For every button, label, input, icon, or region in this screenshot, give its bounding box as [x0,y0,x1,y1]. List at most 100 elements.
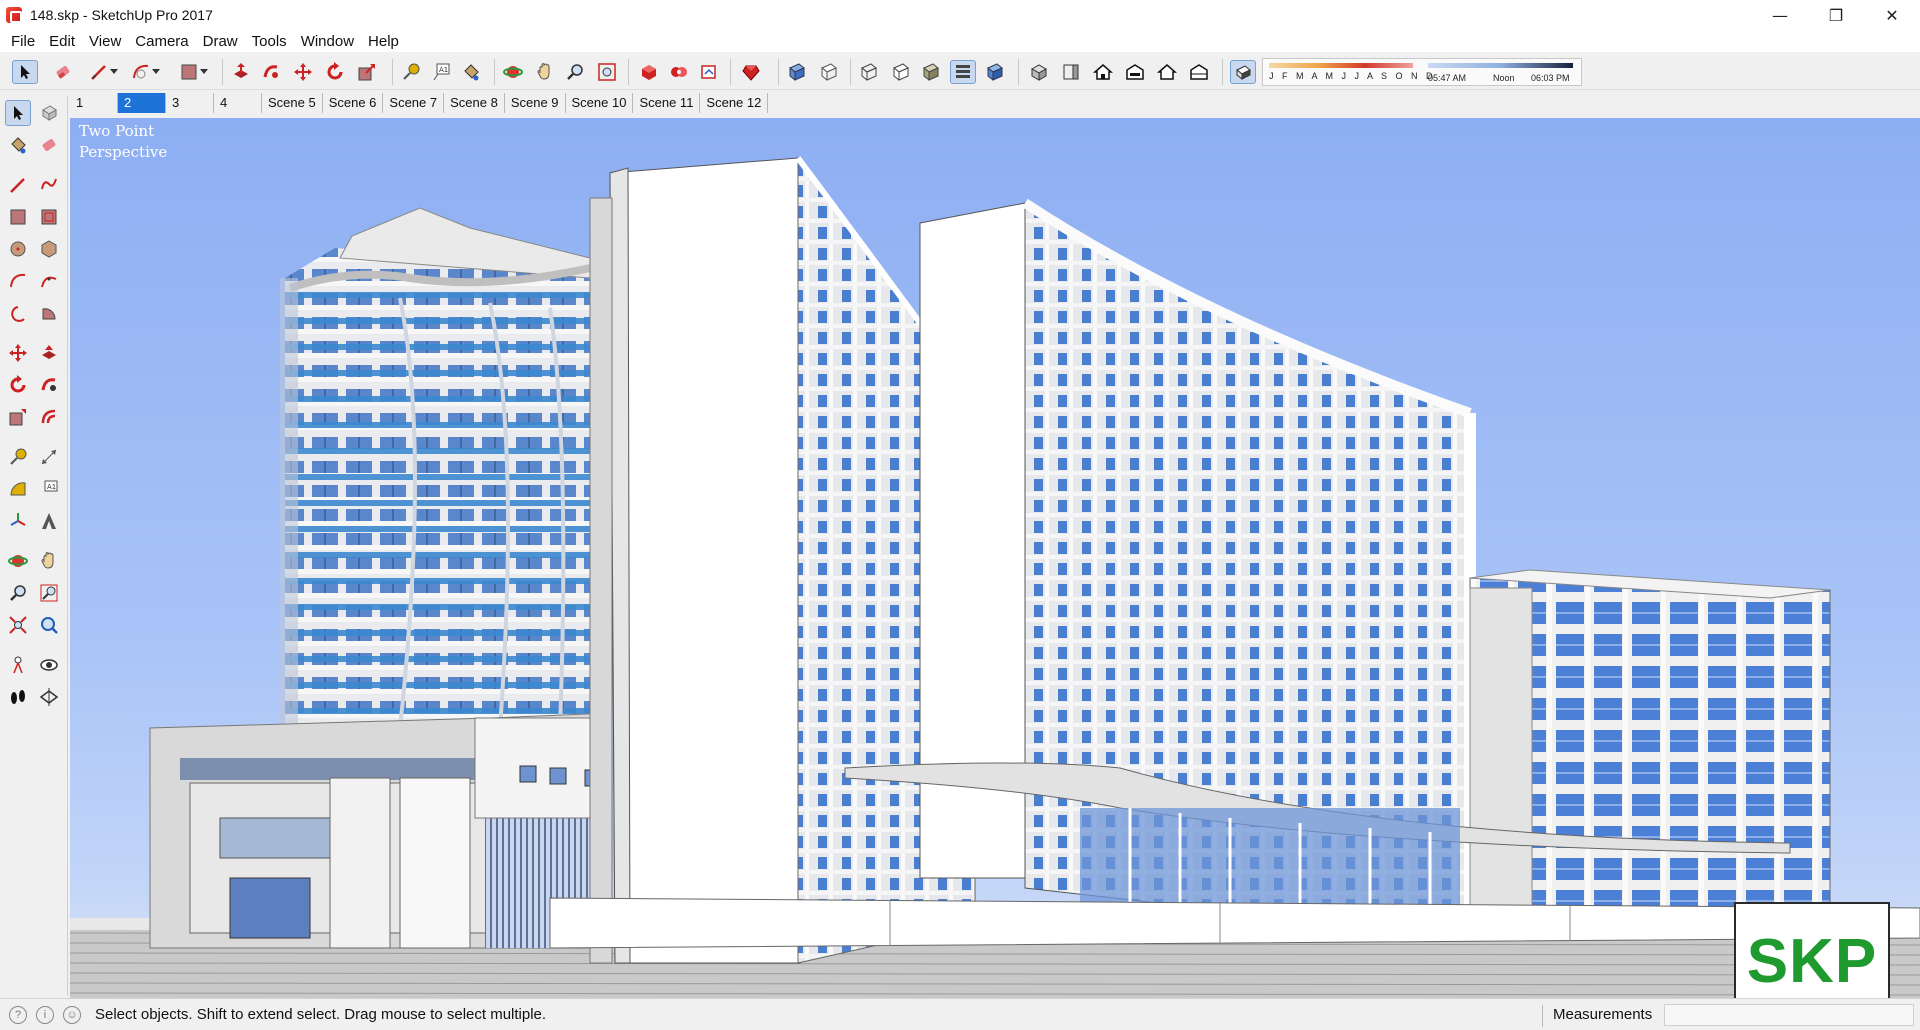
zoom-extents-icon[interactable] [594,60,620,84]
text-icon[interactable]: A1 [428,60,454,84]
restore-icon[interactable]: ❐ [1808,0,1864,30]
date-slider[interactable] [1269,63,1413,68]
two-point-arc-icon[interactable] [36,268,62,294]
geo-location-icon[interactable]: ? [9,1005,27,1024]
arc-icon[interactable] [5,268,31,294]
three-point-arc-icon[interactable] [5,300,31,326]
layout-icon[interactable] [696,60,722,84]
look-around-icon[interactable] [36,652,62,678]
time-slider[interactable] [1428,63,1573,68]
right-view-icon[interactable] [1122,60,1148,84]
component-icon[interactable] [36,100,62,126]
model-viewport[interactable]: Two Point Perspective [70,118,1920,998]
paint-bucket-icon[interactable] [458,60,484,84]
back-view-icon[interactable] [1154,60,1180,84]
scale-icon[interactable] [354,60,380,84]
scene-tab-6[interactable]: Scene 6 [323,93,384,113]
menu-camera[interactable]: Camera [128,33,195,50]
section-plane-icon[interactable] [36,684,62,710]
polygon-icon[interactable] [36,236,62,262]
scene-tab-12[interactable]: Scene 12 [700,93,769,113]
orbit-icon[interactable] [500,60,526,84]
follow-me-icon[interactable] [258,60,284,84]
line-icon[interactable] [5,172,31,198]
move-icon[interactable] [290,60,316,84]
scene-tab-11[interactable]: Scene 11 [633,93,701,113]
text-icon[interactable]: A1 [36,476,62,502]
zoom-icon[interactable] [562,60,588,84]
monochrome-icon[interactable] [982,60,1008,84]
rectangle-icon[interactable] [5,204,31,230]
top-view-icon[interactable] [1058,60,1084,84]
scene-tab-1[interactable]: 1 [70,93,118,113]
rotate-icon[interactable] [5,372,31,398]
tape-measure-icon[interactable] [5,444,31,470]
eraser-icon[interactable] [36,132,62,158]
shadows-toggle-icon[interactable] [1230,60,1256,84]
position-camera-icon[interactable] [5,652,31,678]
menu-draw[interactable]: Draw [196,33,245,50]
menu-help[interactable]: Help [361,33,406,50]
pan-icon[interactable] [36,548,62,574]
xray-icon[interactable] [784,60,810,84]
rotate-icon[interactable] [322,60,348,84]
minimize-icon[interactable]: — [1752,0,1808,30]
select-icon[interactable] [5,100,31,126]
menu-window[interactable]: Window [294,33,361,50]
scene-tab-10[interactable]: Scene 10 [566,93,634,113]
back-edges-icon[interactable] [816,60,842,84]
eraser-icon[interactable] [50,60,76,84]
circle-icon[interactable] [5,236,31,262]
hidden-line-icon[interactable] [888,60,914,84]
zoom-window-icon[interactable] [36,580,62,606]
previous-view-icon[interactable] [36,612,62,638]
scale-icon[interactable] [5,404,31,430]
move-icon[interactable] [5,340,31,366]
front-view-icon[interactable] [1090,60,1116,84]
push-pull-icon[interactable] [228,60,254,84]
extension-warehouse-icon[interactable] [666,60,692,84]
scene-tab-7[interactable]: Scene 7 [383,93,445,113]
ruby-icon[interactable] [738,60,764,84]
close-icon[interactable]: ✕ [1864,0,1920,30]
user-account-icon[interactable]: ☺ [63,1005,81,1024]
scene-tab-5[interactable]: Scene 5 [262,93,323,113]
scene-tab-4[interactable]: 4 [214,93,262,113]
3d-warehouse-icon[interactable] [636,60,662,84]
zoom-extents-icon[interactable] [5,612,31,638]
chevron-down-icon[interactable] [198,60,210,84]
pan-icon[interactable] [532,60,558,84]
orbit-icon[interactable] [5,548,31,574]
walk-icon[interactable] [5,684,31,710]
zoom-icon[interactable] [5,580,31,606]
offset-icon[interactable] [36,404,62,430]
menu-edit[interactable]: Edit [42,33,82,50]
left-view-icon[interactable] [1186,60,1212,84]
axes-icon[interactable] [5,508,31,534]
paint-bucket-icon[interactable] [5,132,31,158]
scene-tab-2[interactable]: 2 [118,93,166,113]
push-pull-icon[interactable] [36,340,62,366]
menu-tools[interactable]: Tools [245,33,294,50]
chevron-down-icon[interactable] [108,60,120,84]
select-icon[interactable] [12,60,38,84]
follow-me-icon[interactable] [36,372,62,398]
freehand-icon[interactable] [36,172,62,198]
shaded-icon[interactable] [918,60,944,84]
scene-tab-8[interactable]: Scene 8 [444,93,505,113]
scene-tab-3[interactable]: 3 [166,93,214,113]
chevron-down-icon[interactable] [150,60,162,84]
dimension-icon[interactable] [36,444,62,470]
3d-text-icon[interactable] [36,508,62,534]
menu-file[interactable]: File [4,33,42,50]
measurements-input[interactable] [1664,1004,1914,1026]
wireframe-icon[interactable] [856,60,882,84]
pie-icon[interactable] [36,300,62,326]
rotated-rectangle-icon[interactable] [36,204,62,230]
menu-view[interactable]: View [82,33,128,50]
scene-tab-9[interactable]: Scene 9 [505,93,566,113]
protractor-icon[interactable] [5,476,31,502]
iso-view-icon[interactable] [1026,60,1052,84]
tape-measure-icon[interactable] [398,60,424,84]
credits-icon[interactable]: i [36,1005,54,1024]
